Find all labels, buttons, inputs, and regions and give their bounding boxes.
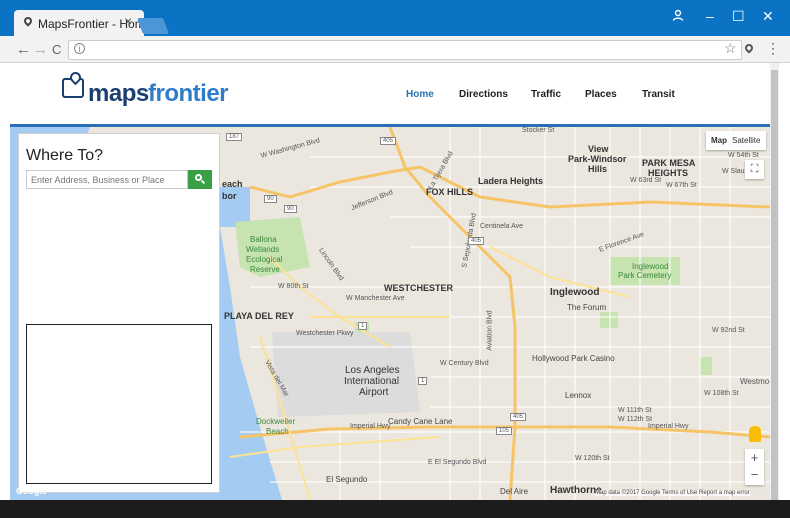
map-label: Stocker St (522, 127, 555, 134)
map-label: W 108th St (704, 390, 739, 397)
map-label: W Century Blvd (440, 360, 489, 367)
map-label: each (222, 179, 243, 189)
search-button[interactable] (188, 170, 212, 189)
highway-shield: 405 (510, 413, 527, 421)
highway-shield: 90 (284, 205, 297, 213)
new-tab-button[interactable] (137, 18, 169, 34)
street-view-pegman-icon[interactable] (749, 426, 761, 442)
nav-places[interactable]: Places (585, 89, 617, 100)
map-type-toggle: Map Satellite (706, 131, 766, 150)
highway-shield: 1 (358, 322, 368, 330)
bookmark-star-icon[interactable]: ☆ (724, 40, 737, 57)
browser-menu-icon[interactable]: ⋮ (766, 40, 780, 57)
close-window-icon[interactable]: ✕ (762, 8, 774, 25)
scrollbar-thumb[interactable] (771, 70, 778, 500)
highway-shield: 1 (418, 377, 428, 385)
map-label: Imperial Hwy (350, 423, 391, 430)
reload-icon[interactable]: C (52, 42, 61, 57)
map-label: Reserve (250, 265, 280, 274)
map-label: W 63rd St (630, 177, 662, 184)
map-label: Wetlands (246, 245, 280, 254)
maximize-icon[interactable]: ☐ (732, 8, 745, 25)
map-label: View (588, 144, 609, 154)
profile-icon[interactable] (672, 8, 684, 24)
panel-title: Where To? (26, 147, 104, 164)
map-label: Del Aire (500, 487, 529, 496)
ad-box (26, 324, 212, 484)
map-type-satellite-button[interactable]: Satellite (732, 136, 760, 145)
fullscreen-icon[interactable]: ⛶ (745, 160, 764, 179)
map-label: The Forum (567, 303, 607, 312)
back-arrow-icon[interactable]: ← (16, 41, 31, 58)
map-label: Inglewood (632, 262, 669, 271)
map-label: Westmo (740, 377, 770, 386)
map-label: Beach (266, 427, 289, 436)
map-label: Imperial Hwy (648, 423, 689, 430)
map-attribution[interactable]: Map data ©2017 Google Terms of Use Repor… (595, 490, 750, 496)
map-label: Candy Cane Lane (388, 417, 453, 426)
zoom-out-button[interactable]: − (745, 467, 764, 482)
map-label: Park Cemetery (618, 271, 672, 280)
highway-shield: 405 (380, 137, 397, 145)
search-input[interactable] (26, 170, 188, 189)
nav-transit[interactable]: Transit (642, 89, 675, 100)
map-label: PARK MESA (642, 158, 696, 168)
map-label: Westchester Pkwy (296, 330, 354, 337)
map-label: International (344, 376, 400, 387)
logo-map-icon[interactable] (62, 78, 84, 98)
map-label: Hills (588, 164, 608, 174)
map-type-map-button[interactable]: Map (711, 136, 727, 145)
nav-traffic[interactable]: Traffic (531, 89, 561, 100)
map-label: W 80th St (278, 283, 309, 290)
zoom-control: + − (745, 449, 764, 485)
map-label: Inglewood (550, 287, 600, 298)
map-label: W 92nd St (712, 327, 745, 334)
map-label: Los Angeles (345, 365, 400, 376)
nav-directions[interactable]: Directions (459, 89, 508, 100)
map-label: PLAYA DEL REY (224, 311, 294, 321)
tab-title: MapsFrontier - Home (38, 17, 152, 31)
map-label: Centinela Ave (480, 223, 524, 230)
google-logo: Google (16, 486, 47, 496)
map-label: Ecological (246, 255, 283, 264)
map-label: W 112th St (618, 416, 653, 423)
map-label: Ballona (250, 235, 277, 244)
map-label: bor (222, 191, 237, 201)
map-label: WESTCHESTER (384, 283, 454, 293)
map-label: E El Segundo Blvd (428, 459, 487, 466)
logo-text-maps[interactable]: maps (88, 80, 149, 108)
zoom-in-button[interactable]: + (745, 450, 764, 465)
map-label: Dockweiler (256, 417, 296, 426)
map-label: Park-Windsor (568, 154, 627, 164)
tab-close-icon[interactable]: × (124, 13, 132, 29)
map-label: W 54th St (728, 152, 759, 159)
highway-shield: 405 (468, 237, 485, 245)
nav-home[interactable]: Home (406, 89, 434, 100)
forward-arrow-icon[interactable]: → (33, 41, 48, 58)
minimize-icon[interactable]: – (706, 8, 714, 24)
map-label: Ladera Heights (478, 176, 544, 186)
taskbar (0, 500, 790, 518)
map-label: Hollywood Park Casino (532, 354, 615, 363)
map-label: W 67th St (666, 182, 697, 189)
map-label: W 120th St (575, 455, 610, 462)
map-label: W 111th St (618, 407, 652, 414)
map-label: Aviation Blvd (486, 310, 494, 351)
address-bar[interactable] (68, 40, 742, 60)
logo-text-frontier[interactable]: frontier (148, 80, 229, 108)
highway-shield: 90 (264, 195, 277, 203)
highway-shield: 187 (226, 133, 243, 141)
map-label: Hawthorne (550, 485, 602, 496)
map-label: W Manchester Ave (346, 295, 405, 302)
map-label: El Segundo (326, 475, 368, 484)
map-label: Airport (359, 387, 389, 398)
map-label: Lennox (565, 391, 592, 400)
highway-shield: 105 (496, 427, 513, 435)
info-icon[interactable]: i (74, 43, 85, 54)
